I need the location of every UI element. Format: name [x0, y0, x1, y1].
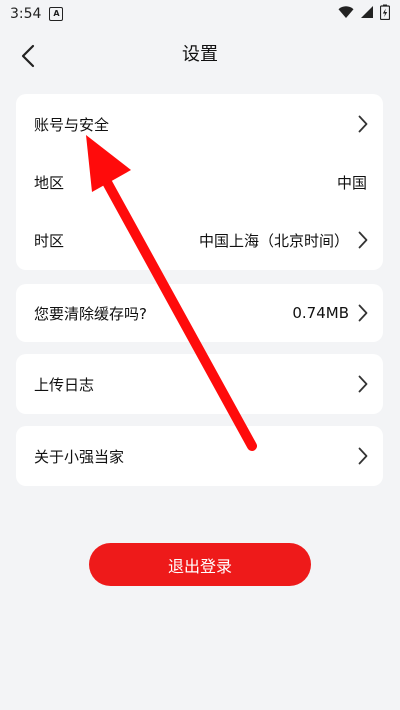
chevron-right-icon	[357, 231, 369, 249]
timezone-label: 时区	[34, 231, 65, 250]
wifi-icon	[338, 5, 354, 23]
region-label: 地区	[34, 173, 65, 192]
timezone-row[interactable]: 时区 中国上海（北京时间）	[16, 220, 383, 260]
status-right	[338, 4, 391, 24]
notification-a-icon: A	[49, 7, 64, 21]
about-card[interactable]: 关于小强当家	[16, 426, 383, 486]
status-time: 3:54	[10, 6, 42, 22]
account-security-label: 账号与安全	[34, 115, 110, 134]
page-title: 设置	[182, 44, 218, 65]
status-bar: 3:54 A	[0, 0, 400, 28]
about-row[interactable]: 关于小强当家	[16, 436, 383, 476]
account-security-row[interactable]: 账号与安全	[16, 104, 383, 144]
chevron-right-icon	[357, 115, 369, 133]
upload-log-label: 上传日志	[34, 375, 95, 394]
logout-button[interactable]: 退出登录	[89, 543, 311, 586]
clear-cache-row[interactable]: 您要清除缓存吗? 0.74MB	[16, 293, 383, 333]
account-region-card: 账号与安全 地区 中国 时区 中国上海（北京时间）	[16, 94, 383, 270]
cache-size-value: 0.74MB	[292, 304, 349, 322]
signal-icon	[360, 5, 374, 23]
region-value: 中国	[336, 173, 367, 192]
gesture-bar	[0, 698, 400, 710]
region-row: 地区 中国	[16, 162, 383, 202]
chevron-right-icon	[357, 304, 369, 322]
battery-charging-icon	[379, 4, 391, 24]
status-left: 3:54 A	[10, 6, 64, 22]
chevron-right-icon	[357, 447, 369, 465]
upload-log-card[interactable]: 上传日志	[16, 354, 383, 414]
header: 设置	[0, 30, 400, 80]
upload-log-row[interactable]: 上传日志	[16, 364, 383, 404]
about-label: 关于小强当家	[34, 447, 125, 466]
timezone-value: 中国上海（北京时间）	[198, 231, 349, 250]
clear-cache-card[interactable]: 您要清除缓存吗? 0.74MB	[16, 284, 383, 342]
clear-cache-label: 您要清除缓存吗?	[34, 304, 147, 323]
chevron-right-icon	[357, 375, 369, 393]
